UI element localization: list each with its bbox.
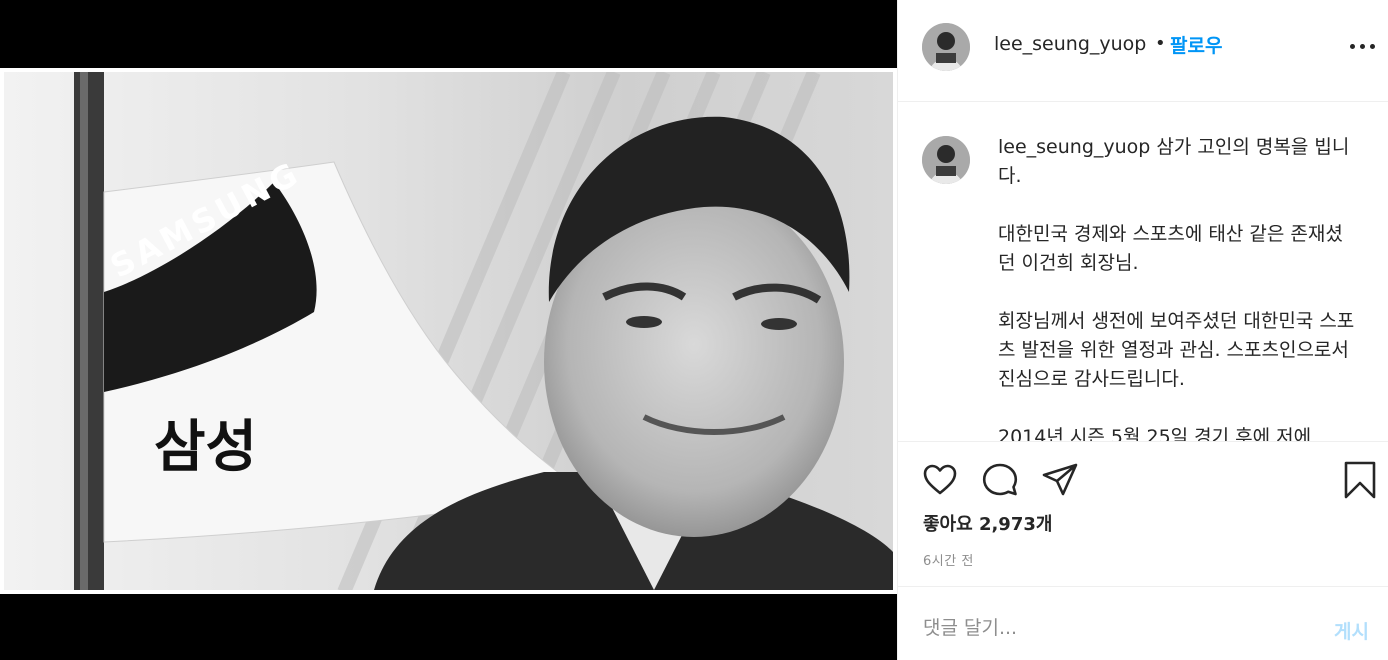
caption-username[interactable]: lee_seung_yuop [998, 136, 1150, 158]
post-side-panel: lee_seung_yuop • 팔로우 lee_seung_yuop 삼가 고인… [897, 0, 1388, 660]
bookmark-icon-shape [1344, 461, 1376, 499]
avatar-image [922, 136, 970, 184]
caption-avatar[interactable] [922, 136, 970, 184]
follow-button[interactable]: 팔로우 [1170, 31, 1222, 58]
caption-paragraph: 2014년 시즌 5월 25일 경기 후에 저에 [998, 426, 1312, 441]
more-dot [1360, 44, 1365, 49]
bookmark-icon[interactable] [1340, 460, 1380, 500]
post-timestamp[interactable]: 6시간 전 [923, 550, 974, 569]
header-separator: • [1155, 33, 1166, 54]
caption-paragraph: 회장님께서 생전에 보여주셨던 대한민국 스포츠 발전을 위한 열정과 관심. … [998, 310, 1355, 390]
post-media: SAMSUNG 삼성 [0, 0, 897, 660]
share-icon-shape [1042, 463, 1078, 496]
photo-frame: SAMSUNG 삼성 [4, 72, 893, 590]
caption-paragraph: 대한민국 경제와 스포츠에 태산 같은 존재셨던 이건희 회장님. [998, 223, 1343, 274]
post-caption: lee_seung_yuop 삼가 고인의 명복을 빕니다. 대한민국 경제와 스… [998, 133, 1358, 441]
post-photo[interactable]: SAMSUNG 삼성 [0, 68, 897, 594]
more-options-icon[interactable] [1348, 34, 1378, 58]
caption-paragraph: lee_seung_yuop 삼가 고인의 명복을 빕니다. [998, 133, 1358, 191]
comment-icon-shape [982, 463, 1018, 496]
header-username[interactable]: lee_seung_yuop [994, 33, 1146, 55]
avatar[interactable] [922, 23, 970, 71]
add-comment-section: 게시 [898, 586, 1388, 660]
heart-icon-shape [923, 464, 957, 495]
post-actions: 좋아요 2,973개 6시간 전 게시 [898, 441, 1388, 660]
more-dot [1350, 44, 1355, 49]
comments-section: lee_seung_yuop 삼가 고인의 명복을 빕니다. 대한민국 경제와 스… [898, 103, 1388, 441]
comment-icon[interactable] [980, 460, 1020, 500]
post-comment-button[interactable]: 게시 [1334, 617, 1369, 644]
post-header: lee_seung_yuop • 팔로우 [898, 0, 1388, 102]
comment-input[interactable] [923, 613, 1303, 643]
likes-count[interactable]: 좋아요 2,973개 [923, 510, 1052, 536]
flag-text-samsung-ko: 삼성 [154, 415, 258, 480]
memorial-photo-illustration [4, 72, 893, 590]
heart-icon[interactable] [920, 460, 960, 500]
more-dot [1370, 44, 1375, 49]
share-icon[interactable] [1040, 460, 1080, 500]
avatar-image [922, 23, 970, 71]
